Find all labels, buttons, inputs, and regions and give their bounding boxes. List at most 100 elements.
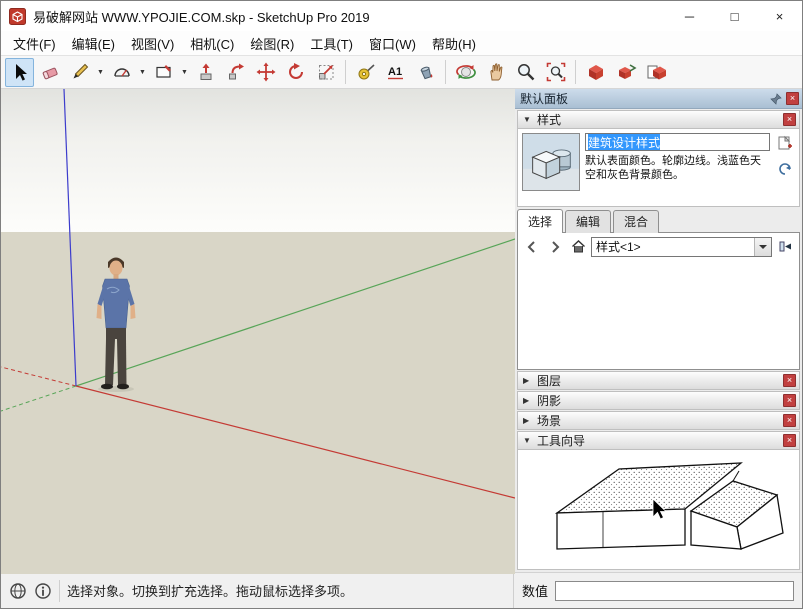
scenes-close-button[interactable]: × xyxy=(783,414,796,427)
instructor-panel-body xyxy=(517,450,800,570)
toolbar-separator xyxy=(345,60,346,84)
line-tool-button[interactable] xyxy=(65,58,94,87)
info-icon[interactable] xyxy=(34,582,52,600)
tab-edit[interactable]: 编辑 xyxy=(565,210,611,233)
shadows-section-header[interactable]: ▶ 阴影 × xyxy=(517,391,800,410)
arc-tool-button[interactable] xyxy=(107,58,136,87)
share-model-button[interactable] xyxy=(611,58,640,87)
menu-edit[interactable]: 编辑(E) xyxy=(64,31,123,56)
measurement-input[interactable] xyxy=(555,581,794,601)
title-bar: 易破解网站 WWW.YPOJIE.COM.skp - SketchUp Pro … xyxy=(1,1,802,31)
scenes-section-label: 场景 xyxy=(537,412,778,429)
create-style-button[interactable] xyxy=(776,134,794,152)
pushpull-icon xyxy=(196,62,216,82)
menu-draw[interactable]: 绘图(R) xyxy=(242,31,302,56)
style-collection-value: 样式<1> xyxy=(592,238,754,256)
status-left: 选择对象。切换到扩充选择。拖动鼠标选择多项。 xyxy=(1,573,513,608)
tab-mix[interactable]: 混合 xyxy=(613,210,659,233)
home-button[interactable] xyxy=(568,237,588,257)
arc-tool-dropdown[interactable]: ▼ xyxy=(137,58,148,87)
layers-close-button[interactable]: × xyxy=(783,374,796,387)
menu-camera[interactable]: 相机(C) xyxy=(182,31,242,56)
window-controls: ─ □ × xyxy=(667,1,802,31)
styles-section-header[interactable]: ▼ 样式 × xyxy=(517,110,800,129)
shadows-close-button[interactable]: × xyxy=(783,394,796,407)
default-tray-panel: 默认面板 × ▼ 样式 × xyxy=(515,89,802,572)
tray-title-bar: 默认面板 × xyxy=(515,89,802,109)
menu-view[interactable]: 视图(V) xyxy=(123,31,182,56)
extension-warehouse-button[interactable] xyxy=(641,58,670,87)
instructor-illustration xyxy=(543,451,793,569)
zoom-extents-tool-button[interactable] xyxy=(541,58,570,87)
instructor-close-button[interactable]: × xyxy=(783,434,796,447)
rotate-icon xyxy=(286,62,306,82)
styles-tabs: 选择 编辑 混合 xyxy=(517,211,800,232)
3d-warehouse-icon xyxy=(585,62,607,82)
collapse-arrow-icon: ▼ xyxy=(523,436,532,445)
sky xyxy=(1,89,515,232)
styles-list-area[interactable] xyxy=(518,260,799,369)
layers-section-label: 图层 xyxy=(537,372,778,389)
main-area: 默认面板 × ▼ 样式 × xyxy=(1,89,802,572)
app-window: 易破解网站 WWW.YPOJIE.COM.skp - SketchUp Pro … xyxy=(0,0,803,609)
secondary-pane-button[interactable] xyxy=(775,237,795,257)
select-tool-button[interactable] xyxy=(5,58,34,87)
menu-window[interactable]: 窗口(W) xyxy=(361,31,424,56)
pan-tool-button[interactable] xyxy=(481,58,510,87)
toolbar-separator xyxy=(575,60,576,84)
collapse-arrow-icon: ▼ xyxy=(523,115,532,124)
3d-warehouse-button[interactable] xyxy=(581,58,610,87)
minimize-button[interactable]: ─ xyxy=(667,1,712,31)
back-button[interactable] xyxy=(522,237,542,257)
expand-arrow-icon: ▶ xyxy=(523,416,532,425)
rectangle-tool-dropdown[interactable]: ▼ xyxy=(179,58,190,87)
orbit-tool-button[interactable] xyxy=(451,58,480,87)
style-fields: 建筑设计样式 默认表面颜色。轮廓边线。浅蓝色天空和灰色背景颜色。 xyxy=(585,133,770,202)
layers-section-header[interactable]: ▶ 图层 × xyxy=(517,371,800,390)
expand-arrow-icon: ▶ xyxy=(523,396,532,405)
move-tool-button[interactable] xyxy=(251,58,280,87)
sketchup-logo-icon xyxy=(9,8,26,25)
status-bar: 选择对象。切换到扩充选择。拖动鼠标选择多项。 数值 xyxy=(1,572,802,608)
orbit-icon xyxy=(456,62,476,82)
eraser-tool-button[interactable] xyxy=(35,58,64,87)
text-tool-button[interactable]: A1 xyxy=(381,58,410,87)
move-icon xyxy=(256,62,276,82)
viewport-canvas[interactable] xyxy=(1,89,515,574)
forward-button[interactable] xyxy=(545,237,565,257)
model-viewport[interactable] xyxy=(1,89,515,572)
style-thumbnail[interactable] xyxy=(522,133,580,191)
paint-bucket-icon xyxy=(416,62,436,82)
paint-bucket-tool-button[interactable] xyxy=(411,58,440,87)
pushpull-tool-button[interactable] xyxy=(191,58,220,87)
zoom-tool-button[interactable] xyxy=(511,58,540,87)
maximize-button[interactable]: □ xyxy=(712,1,757,31)
geolocation-icon[interactable] xyxy=(9,582,27,600)
line-tool-dropdown[interactable]: ▼ xyxy=(95,58,106,87)
tape-measure-tool-button[interactable] xyxy=(351,58,380,87)
menu-file[interactable]: 文件(F) xyxy=(5,31,64,56)
update-style-button[interactable] xyxy=(776,160,794,178)
dropdown-arrow-icon xyxy=(754,238,771,256)
close-button[interactable]: × xyxy=(757,1,802,31)
style-collection-dropdown[interactable]: 样式<1> xyxy=(591,237,772,257)
scenes-section-header[interactable]: ▶ 场景 × xyxy=(517,411,800,430)
menu-help[interactable]: 帮助(H) xyxy=(424,31,484,56)
styles-close-button[interactable]: × xyxy=(783,113,796,126)
arc-protractor-icon xyxy=(112,62,132,82)
style-name-field[interactable]: 建筑设计样式 xyxy=(585,133,770,151)
tray-title: 默认面板 xyxy=(520,90,766,107)
scale-tool-button[interactable] xyxy=(311,58,340,87)
followme-tool-button[interactable] xyxy=(221,58,250,87)
tray-close-button[interactable]: × xyxy=(786,92,799,105)
status-hint: 选择对象。切换到扩充选择。拖动鼠标选择多项。 xyxy=(67,581,353,600)
rectangle-tool-button[interactable] xyxy=(149,58,178,87)
menu-tools[interactable]: 工具(T) xyxy=(302,31,361,56)
text-tool-icon: A1 xyxy=(386,62,406,82)
instructor-section-header[interactable]: ▼ 工具向导 × xyxy=(517,431,800,450)
pin-icon[interactable] xyxy=(770,93,782,105)
style-description: 默认表面颜色。轮廓边线。浅蓝色天空和灰色背景颜色。 xyxy=(585,154,770,182)
tab-select[interactable]: 选择 xyxy=(517,209,563,233)
rotate-tool-button[interactable] xyxy=(281,58,310,87)
style-name-text: 建筑设计样式 xyxy=(588,134,660,151)
